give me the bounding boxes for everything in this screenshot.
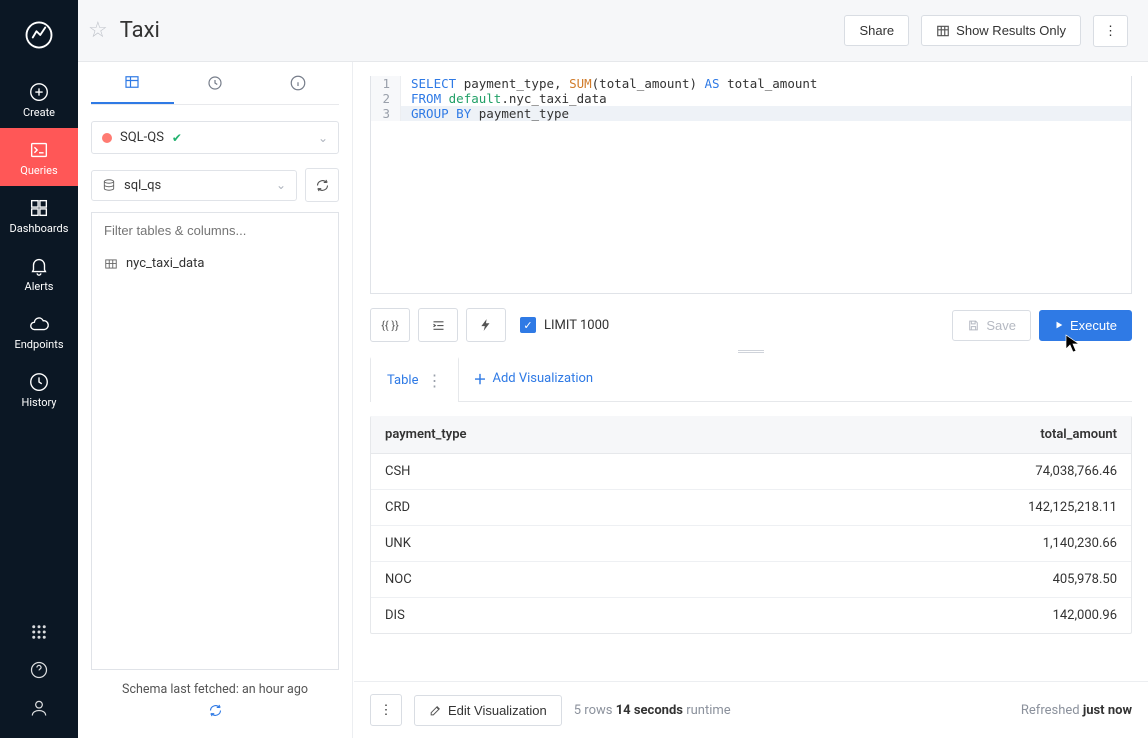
nav-queries[interactable]: Queries xyxy=(0,128,78,186)
refreshed-time: just now xyxy=(1083,703,1132,718)
cell-total-amount: 405,978.50 xyxy=(739,562,1131,598)
runtime-value: 14 seconds xyxy=(616,703,683,718)
cell-payment-type: CRD xyxy=(371,490,739,526)
save-button[interactable]: Save xyxy=(952,310,1031,341)
datasource-selector[interactable]: SQL-QS ✔ ⌄ xyxy=(91,121,339,154)
save-icon xyxy=(967,319,980,332)
cell-total-amount: 74,038,766.46 xyxy=(739,454,1131,490)
nav-dashboards[interactable]: Dashboards xyxy=(0,186,78,244)
nav-label: Queries xyxy=(20,164,57,177)
refresh-schema-link[interactable] xyxy=(91,703,339,722)
more-menu-button[interactable]: ⋮ xyxy=(1093,15,1128,47)
params-button[interactable]: {{ }} xyxy=(370,308,410,342)
chevron-down-icon: ⌄ xyxy=(318,131,328,145)
checkbox-checked-icon: ✓ xyxy=(520,317,536,333)
table-icon xyxy=(936,24,950,38)
results-footer: ⋮ Edit Visualization 5 rows 14 seconds r… xyxy=(354,681,1148,738)
check-icon: ✔ xyxy=(172,131,182,145)
nav-label: Dashboards xyxy=(10,222,69,235)
refresh-schema-button[interactable] xyxy=(305,168,339,202)
lightning-icon xyxy=(479,318,493,332)
app-logo[interactable] xyxy=(14,10,64,60)
nav-create[interactable]: Create xyxy=(0,70,78,128)
bell-icon xyxy=(27,254,51,278)
footer-menu-button[interactable]: ⋮ xyxy=(370,694,402,726)
table-item[interactable]: nyc_taxi_data xyxy=(92,248,338,279)
cell-payment-type: CSH xyxy=(371,454,739,490)
nav-label: History xyxy=(22,396,57,409)
datasource-status-icon xyxy=(102,133,112,143)
cell-total-amount: 142,000.96 xyxy=(739,598,1131,634)
nav-history[interactable]: History xyxy=(0,360,78,418)
page-header: ☆ Taxi Share Show Results Only ⋮ xyxy=(78,0,1148,62)
info-tab[interactable] xyxy=(256,62,339,104)
terminal-icon xyxy=(27,138,51,162)
table-header-row: payment_type total_amount xyxy=(371,416,1131,454)
table-row[interactable]: DIS142,000.96 xyxy=(371,598,1131,634)
table-row[interactable]: UNK1,140,230.66 xyxy=(371,526,1131,562)
schema-tab[interactable] xyxy=(91,62,174,104)
edit-visualization-button[interactable]: Edit Visualization xyxy=(414,695,562,726)
database-icon xyxy=(102,178,116,192)
schema-selector[interactable]: sql_qs ⌄ xyxy=(91,170,297,201)
table-name: nyc_taxi_data xyxy=(126,256,204,271)
schema-panel: SQL-QS ✔ ⌄ sql_qs ⌄ nyc_tax xyxy=(78,62,353,738)
nav-label: Endpoints xyxy=(14,338,63,351)
show-results-button[interactable]: Show Results Only xyxy=(921,15,1081,46)
add-visualization-button[interactable]: ＋ Add Visualization xyxy=(459,357,607,400)
chevron-down-icon: ⌄ xyxy=(276,178,286,192)
user-icon[interactable] xyxy=(27,696,51,720)
query-pane: 1 SELECT payment_type, SUM(total_amount)… xyxy=(354,62,1148,738)
column-header[interactable]: payment_type xyxy=(371,416,739,454)
limit-checkbox[interactable]: ✓ LIMIT 1000 xyxy=(520,317,609,333)
grid-icon xyxy=(27,196,51,220)
row-count: 5 rows xyxy=(574,703,613,718)
execute-button[interactable]: Execute xyxy=(1039,310,1132,341)
cloud-icon xyxy=(27,312,51,336)
favorite-star-icon[interactable]: ☆ xyxy=(88,18,108,43)
plus-icon: ＋ xyxy=(473,369,486,388)
history-tab[interactable] xyxy=(174,62,257,104)
filter-tables-input[interactable] xyxy=(91,212,339,248)
tables-list: nyc_taxi_data xyxy=(91,248,339,670)
nav-label: Alerts xyxy=(25,280,54,293)
datasource-name: SQL-QS xyxy=(120,130,164,145)
dots-vertical-icon: ⋮ xyxy=(380,703,393,718)
editor-toolbar: {{ }} ✓ LIMIT 1000 Save Execute xyxy=(354,294,1148,356)
cell-payment-type: NOC xyxy=(371,562,739,598)
cell-payment-type: UNK xyxy=(371,526,739,562)
table-icon xyxy=(104,257,118,271)
table-row[interactable]: CSH74,038,766.46 xyxy=(371,454,1131,490)
cell-total-amount: 1,140,230.66 xyxy=(739,526,1131,562)
share-button[interactable]: Share xyxy=(844,15,909,46)
results-table: payment_type total_amount CSH74,038,766.… xyxy=(370,416,1132,634)
nav-alerts[interactable]: Alerts xyxy=(0,244,78,302)
cell-payment-type: DIS xyxy=(371,598,739,634)
page-title: Taxi xyxy=(120,18,160,43)
column-header[interactable]: total_amount xyxy=(739,416,1131,454)
play-icon xyxy=(1054,320,1064,330)
sql-editor[interactable]: 1 SELECT payment_type, SUM(total_amount)… xyxy=(370,76,1132,294)
nav-endpoints[interactable]: Endpoints xyxy=(0,302,78,360)
schema-name: sql_qs xyxy=(124,178,161,193)
autocomplete-button[interactable] xyxy=(466,308,506,342)
table-row[interactable]: CRD142,125,218.11 xyxy=(371,490,1131,526)
cell-total-amount: 142,125,218.11 xyxy=(739,490,1131,526)
edit-icon xyxy=(429,704,442,717)
apps-icon[interactable] xyxy=(27,620,51,644)
results-pane: Table ⋮ ＋ Add Visualization payment_type xyxy=(354,356,1148,681)
clock-icon xyxy=(27,370,51,394)
refresh-icon xyxy=(315,178,330,193)
results-tab-table[interactable]: Table ⋮ xyxy=(370,357,459,402)
plus-circle-icon xyxy=(27,80,51,104)
nav-label: Create xyxy=(23,106,55,119)
left-nav: Create Queries Dashboards Alerts Endpoin… xyxy=(0,0,78,738)
table-row[interactable]: NOC405,978.50 xyxy=(371,562,1131,598)
dots-vertical-icon: ⋮ xyxy=(1104,23,1117,39)
indent-icon xyxy=(431,318,446,333)
tab-menu-icon[interactable]: ⋮ xyxy=(426,371,442,390)
help-icon[interactable] xyxy=(27,658,51,682)
schema-fetched-label: Schema last fetched: an hour ago xyxy=(91,682,339,697)
format-button[interactable] xyxy=(418,308,458,342)
